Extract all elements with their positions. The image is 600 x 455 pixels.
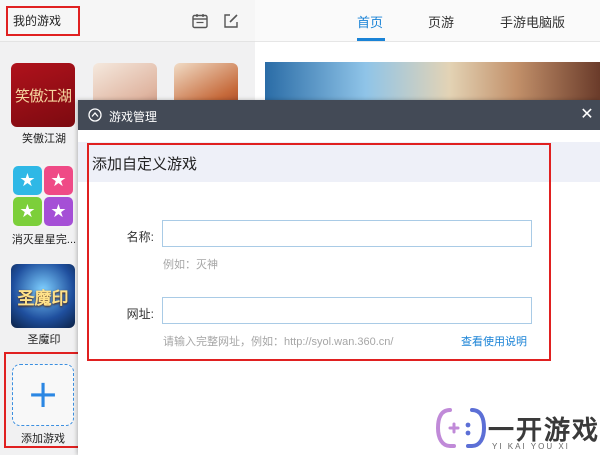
banner-image[interactable] xyxy=(265,62,600,102)
dialog-titlebar: 游戏管理 ✕ xyxy=(78,100,600,130)
add-custom-game-form: 添加自定义游戏 名称: 例如：灭神 网址: 请输入完整网址，例如：http://… xyxy=(87,143,551,361)
star-icon: ★ xyxy=(13,197,42,226)
url-hint: 请输入完整网址，例如：http://syol.wan.360.cn/ xyxy=(163,336,394,348)
name-hint: 例如：灭神 xyxy=(163,259,218,271)
star-icon: ★ xyxy=(44,166,73,195)
game-thumb: 笑傲江湖 xyxy=(11,63,75,127)
game-label: 笑傲江湖 xyxy=(22,133,66,145)
calendar-icon[interactable] xyxy=(191,12,209,30)
star-icon: ★ xyxy=(44,197,73,226)
add-game-button[interactable]: + xyxy=(12,364,74,426)
game-label: 消灭星星完... xyxy=(11,234,77,246)
game-tile-xiaoao[interactable]: 笑傲江湖 笑傲江湖 xyxy=(11,63,77,146)
top-tabs: 首页 页游 手游电脑版 xyxy=(255,0,600,42)
game-tile-xiaomie[interactable]: ★ ★ ★ ★ 消灭星星完... xyxy=(11,164,77,247)
game-tile-shengmoyin[interactable]: 圣魔印 圣魔印 xyxy=(11,264,77,347)
tab-mobile-pc[interactable]: 手游电脑版 xyxy=(500,12,565,31)
app-logo-icon xyxy=(88,108,102,122)
game-logo-text: 圣魔印 xyxy=(17,288,69,309)
close-icon[interactable]: ✕ xyxy=(578,105,596,125)
active-tab-indicator xyxy=(357,38,385,41)
name-input[interactable] xyxy=(162,220,532,247)
dialog-title: 游戏管理 xyxy=(109,110,158,124)
usage-help-link[interactable]: 查看使用说明 xyxy=(461,333,527,349)
add-game-label: 添加游戏 xyxy=(21,433,65,445)
tab-web-games[interactable]: 页游 xyxy=(428,12,454,31)
tab-home[interactable]: 首页 xyxy=(357,12,383,31)
plus-icon: + xyxy=(27,372,59,416)
my-games-title: 我的游戏 xyxy=(6,6,80,36)
game-label: 圣魔印 xyxy=(27,334,61,346)
url-label: 网址: xyxy=(126,307,154,321)
game-logo-text: 笑傲江湖 xyxy=(14,86,72,105)
game-thumb: ★ ★ ★ ★ xyxy=(11,164,75,228)
watermark-subtext: YI KAI YOU XI xyxy=(492,442,570,451)
url-input[interactable] xyxy=(162,297,532,324)
name-label: 名称: xyxy=(126,230,154,244)
star-icon: ★ xyxy=(13,166,42,195)
gamepad-logo-icon xyxy=(436,408,486,448)
my-games-header: 我的游戏 xyxy=(0,0,255,42)
add-game-box: + 添加游戏 xyxy=(4,352,82,448)
edit-icon[interactable] xyxy=(222,12,240,30)
watermark-logo: 一开游戏 YI KAI YOU XI xyxy=(436,402,598,454)
game-thumb: 圣魔印 xyxy=(11,264,75,328)
section-title: 添加自定义游戏 xyxy=(92,156,198,173)
